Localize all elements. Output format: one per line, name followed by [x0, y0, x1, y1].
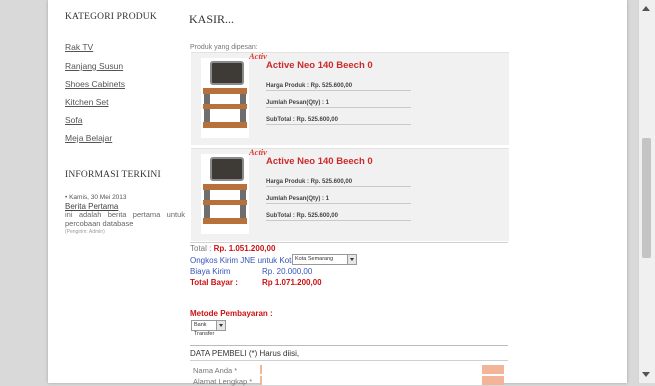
category-link-kitchen-set[interactable]: Kitchen Set	[65, 97, 108, 107]
chevron-down-icon[interactable]	[347, 255, 356, 264]
product-qty: Jumlah Pesan(Qty) : 1	[266, 100, 411, 108]
grand-total-value: Rp 1.071.200,00	[262, 278, 322, 287]
product-card: Activ Active Neo 140 Beech 0 Harga Produ…	[191, 147, 509, 241]
stand-base-shape	[203, 218, 247, 224]
shipping-cost-value: Rp. 20.000,00	[262, 267, 313, 276]
product-subtotal: SubTotal : Rp. 525.600,00	[266, 117, 411, 125]
total-label: Total :	[190, 244, 212, 253]
news-meta: (Pengirim: Admin)	[65, 229, 105, 235]
stand-post-shape	[240, 190, 246, 220]
scroll-thumb[interactable]	[642, 138, 651, 258]
category-link-rak-tv[interactable]: Rak TV	[65, 42, 93, 52]
tv-screen-shape	[210, 61, 244, 85]
brand-logo: Activ	[249, 51, 267, 61]
category-link-sofa[interactable]: Sofa	[65, 115, 83, 125]
grand-total-label: Total Bayar :	[190, 278, 238, 287]
news-body: ini adalah berita pertama untuk percobaa…	[65, 210, 185, 228]
stand-post-shape	[204, 94, 210, 124]
product-qty: Jumlah Pesan(Qty) : 1	[266, 196, 411, 204]
divider	[190, 345, 508, 346]
stand-shelf-shape	[203, 104, 247, 109]
payment-method-label: Metode Pembayaran :	[190, 309, 273, 318]
page-title: KASIR...	[189, 12, 235, 26]
stand-shelf-shape	[203, 200, 247, 205]
category-heading: KATEGORI PRODUK	[65, 12, 157, 22]
divider	[190, 242, 508, 243]
shipping-city-value: Kota Semarang	[295, 256, 334, 262]
stand-post-shape	[204, 190, 210, 220]
payment-method-select[interactable]: Bank Transfer	[191, 320, 226, 337]
products-label: Produk yang dipesan:	[190, 44, 258, 51]
total-value: Rp. 1.051.200,00	[213, 244, 276, 253]
payment-method-value: Bank Transfer	[194, 322, 215, 337]
product-card: Activ Active Neo 140 Beech 0 Harga Produ…	[191, 51, 509, 145]
product-image	[201, 154, 249, 234]
address-field-label: Alamat Lengkap *	[193, 377, 253, 386]
shipping-label: Ongkos Kirim JNE untuk Kota :	[190, 256, 301, 265]
name-field-label: Nama Anda *	[193, 366, 238, 375]
tv-screen-shape	[210, 157, 244, 181]
product-image	[201, 58, 249, 138]
product-name: Active Neo 140 Beech 0	[266, 156, 373, 167]
news-heading: INFORMASI TERKINI	[65, 170, 161, 180]
product-name: Active Neo 140 Beech 0	[266, 60, 373, 71]
news-date: • Kamis, 30 Mei 2013	[65, 194, 127, 201]
stand-post-shape	[240, 94, 246, 124]
brand-logo: Activ	[249, 147, 267, 157]
vertical-scrollbar[interactable]	[638, 0, 655, 383]
shipping-city-select[interactable]: Kota Semarang	[292, 254, 357, 265]
product-price: Harga Produk : Rp. 525.600,00	[266, 83, 411, 91]
scroll-down-icon[interactable]	[642, 372, 650, 377]
name-input-area[interactable]	[262, 365, 482, 374]
order-total: Total : Rp. 1.051.200,00	[190, 244, 275, 253]
scroll-up-icon[interactable]	[642, 6, 650, 11]
address-input-area[interactable]	[262, 376, 482, 385]
shipping-cost-label: Biaya Kirim	[190, 267, 231, 276]
category-link-ranjang-susun[interactable]: Ranjang Susun	[65, 61, 123, 71]
product-subtotal: SubTotal : Rp. 525.600,00	[266, 213, 411, 221]
product-price: Harga Produk : Rp. 525.600,00	[266, 179, 411, 187]
category-link-shoes-cabinets[interactable]: Shoes Cabinets	[65, 79, 125, 89]
category-link-meja-belajar[interactable]: Meja Belajar	[65, 133, 112, 143]
stand-base-shape	[203, 122, 247, 128]
buyer-section-title: DATA PEMBELI (*) Harus diisi,	[190, 349, 300, 358]
chevron-down-icon[interactable]	[216, 321, 225, 330]
divider	[190, 360, 508, 361]
